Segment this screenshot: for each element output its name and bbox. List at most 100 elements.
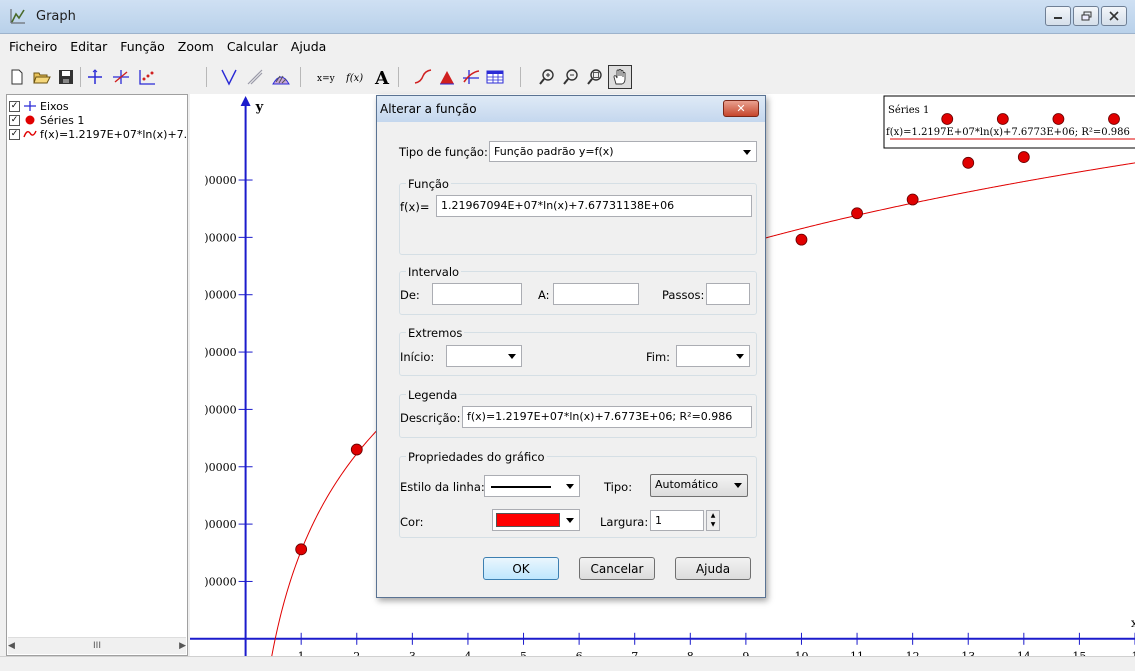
legend-point-marker (942, 114, 953, 125)
menu-editar[interactable]: Editar (61, 36, 111, 58)
insert-curve-button[interactable] (412, 66, 434, 88)
function-group: Função f(x)= 1.21967094E+07*ln(x)+7.6773… (399, 183, 757, 255)
graph-properties-title: Propriedades do gráfico (406, 450, 547, 464)
width-input[interactable]: 1 (650, 510, 704, 531)
new-file-button[interactable] (6, 66, 28, 88)
list-item-label: Eixos (40, 100, 69, 113)
chevron-down-icon (566, 484, 574, 489)
chevron-down-icon (508, 354, 516, 359)
width-spinner[interactable]: ▲▼ (706, 510, 720, 531)
legend-point-marker (997, 114, 1008, 125)
table-icon (486, 69, 504, 85)
extremes-group: Extremos Início: Fim: (399, 332, 757, 376)
zoom-in-button[interactable] (536, 66, 558, 88)
tangent-button[interactable] (218, 66, 240, 88)
function-type-label-text: Tipo de função: (399, 145, 488, 159)
color-select[interactable] (492, 509, 580, 531)
scroll-thumb[interactable]: III (93, 641, 101, 651)
window-title: Graph (36, 9, 76, 24)
minimize-button[interactable] (1045, 6, 1071, 26)
dialog-close-button[interactable]: ✕ (723, 100, 759, 117)
function-type-select[interactable]: Função padrão y=f(x) (489, 141, 757, 162)
relation-button[interactable] (244, 66, 266, 88)
axes-button[interactable] (84, 66, 106, 88)
table-button[interactable] (484, 66, 506, 88)
hand-pan-button[interactable] (608, 65, 632, 89)
save-button[interactable] (55, 66, 77, 88)
scroll-right-arrow-icon[interactable]: ▶ (179, 641, 186, 651)
restore-icon (1081, 11, 1092, 21)
status-bar (0, 656, 1135, 671)
y-axis-arrow (241, 96, 251, 106)
legend-entry: f(x)=1.2197E+07*ln(x)+7.6773E+06; R²=0.9… (886, 127, 1130, 138)
open-folder-icon (33, 69, 51, 85)
menu-ficheiro[interactable]: Ficheiro (0, 36, 61, 58)
start-select[interactable] (446, 345, 522, 367)
line-style-select[interactable] (484, 475, 580, 497)
type-select[interactable]: Automático (650, 474, 748, 497)
chevron-down-icon (736, 354, 744, 359)
close-window-button[interactable] (1101, 6, 1127, 26)
insert-series-button[interactable] (136, 66, 158, 88)
red-curve-icon (23, 128, 37, 140)
steps-input[interactable] (706, 283, 750, 305)
legend-point-marker (1109, 114, 1120, 125)
dialog-title-bar: Alterar a função ✕ (377, 96, 765, 122)
to-input[interactable] (553, 283, 639, 305)
trendline-button[interactable]: x=y (316, 66, 344, 88)
list-item-label: f(x)=1.2197E+07*ln(x)+7. (40, 128, 187, 141)
zoom-window-button[interactable] (584, 66, 606, 88)
restore-button[interactable] (1073, 6, 1099, 26)
minimize-icon (1053, 11, 1063, 21)
y-tick-label: )0000 (204, 403, 236, 416)
description-input[interactable]: f(x)=1.2197E+07*ln(x)+7.6773E+06; R²=0.9… (462, 406, 752, 428)
horizontal-scrollbar[interactable]: ◀ III ▶ (8, 637, 186, 654)
evaluate-button[interactable]: f(x) (346, 66, 368, 88)
color-swatch (496, 513, 560, 527)
menu-calcular[interactable]: Calcular (218, 36, 282, 58)
checkbox[interactable]: ✓ (9, 101, 20, 112)
menu-ajuda[interactable]: Ajuda (282, 36, 331, 58)
interval-group-title: Intervalo (406, 265, 461, 279)
checkbox[interactable]: ✓ (9, 115, 20, 126)
spin-down-icon[interactable]: ▼ (707, 520, 719, 529)
end-select[interactable] (676, 345, 750, 367)
fx-input[interactable]: 1.21967094E+07*ln(x)+7.67731138E+06 (436, 195, 752, 217)
from-label: De: (400, 288, 420, 302)
scroll-left-arrow-icon[interactable]: ◀ (8, 641, 15, 651)
menu-funcao[interactable]: Função (111, 36, 169, 58)
legend-group: Legenda Descrição: f(x)=1.2197E+07*ln(x)… (399, 394, 757, 438)
y-tick-label: )0000 (204, 575, 236, 588)
text-label-button[interactable]: A (372, 66, 394, 88)
data-point (1018, 152, 1029, 163)
ok-button[interactable]: OK (483, 557, 559, 580)
graph-app-icon (10, 8, 26, 24)
insert-function-icon (111, 68, 131, 86)
checkbox[interactable]: ✓ (9, 129, 20, 140)
help-button[interactable]: Ajuda (675, 557, 751, 580)
zoom-window-icon (586, 68, 604, 86)
axes-icon (86, 68, 104, 86)
point-series-button[interactable] (460, 66, 482, 88)
open-button[interactable] (31, 66, 53, 88)
data-point (351, 444, 362, 455)
list-item-series[interactable]: ✓ Séries 1 (9, 113, 84, 127)
menu-bar: Ficheiro Editar Função Zoom Calcular Aju… (0, 36, 330, 58)
shading-button[interactable] (270, 66, 292, 88)
end-label: Fim: (646, 350, 670, 364)
data-point (852, 208, 863, 219)
description-label: Descrição: (400, 411, 460, 425)
area-button[interactable] (436, 66, 458, 88)
toolbar: x=y f(x) A (0, 62, 1135, 92)
cancel-button[interactable]: Cancelar (579, 557, 655, 580)
from-input[interactable] (432, 283, 522, 305)
zoom-out-button[interactable] (560, 66, 582, 88)
evaluate-icon: f(x) (346, 69, 368, 85)
list-item-function[interactable]: ✓ f(x)=1.2197E+07*ln(x)+7. (9, 127, 187, 141)
spin-up-icon[interactable]: ▲ (707, 511, 719, 520)
insert-function-button[interactable] (110, 66, 132, 88)
menu-zoom[interactable]: Zoom (169, 36, 218, 58)
list-item-eixos[interactable]: ✓ Eixos (9, 99, 69, 113)
to-label: A: (538, 288, 550, 302)
interval-group: Intervalo De: A: Passos: (399, 271, 757, 315)
